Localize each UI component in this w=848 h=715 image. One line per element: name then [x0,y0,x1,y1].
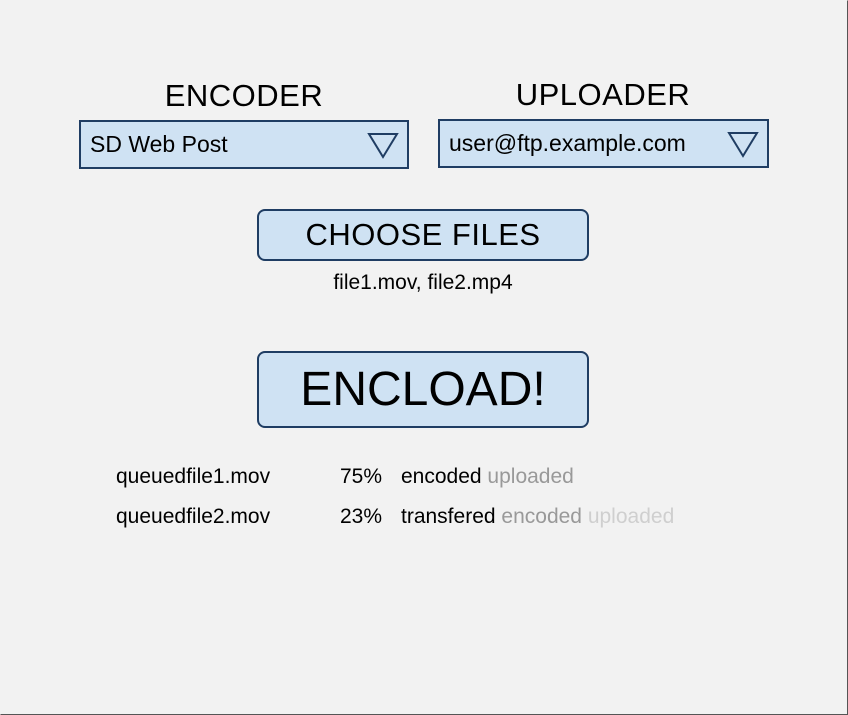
queue-states: encoded uploaded [401,463,574,491]
state-label: uploaded [487,465,574,488]
uploader-selected-value: user@ftp.example.com [449,130,686,156]
selected-files-text: file1.mov, file2.mp4 [333,271,513,294]
choose-files-button[interactable]: CHOOSE FILES [257,209,589,261]
encload-button[interactable]: ENCLOAD! [257,351,589,428]
triangle-down-icon [727,131,759,158]
queue-percent: 23% [340,505,383,528]
state-label: encoded [401,465,482,488]
encoder-select[interactable]: SD Web Post [79,120,409,169]
uploader-select[interactable]: user@ftp.example.com [438,119,769,168]
state-label: encoded [501,505,582,528]
state-label: transfered [401,505,496,528]
triangle-down-icon [367,132,399,159]
queue-percent: 75% [340,465,383,488]
encoder-label: ENCODER [164,78,324,113]
state-label: uploaded [587,505,675,528]
uploader-label: UPLOADER [515,77,691,112]
queue-file-name: queuedfile2.mov [116,505,271,528]
queue-states: transfered encoded uploaded [401,503,674,531]
encoder-selected-value: SD Web Post [90,131,228,157]
queue-file-name: queuedfile1.mov [116,465,271,488]
